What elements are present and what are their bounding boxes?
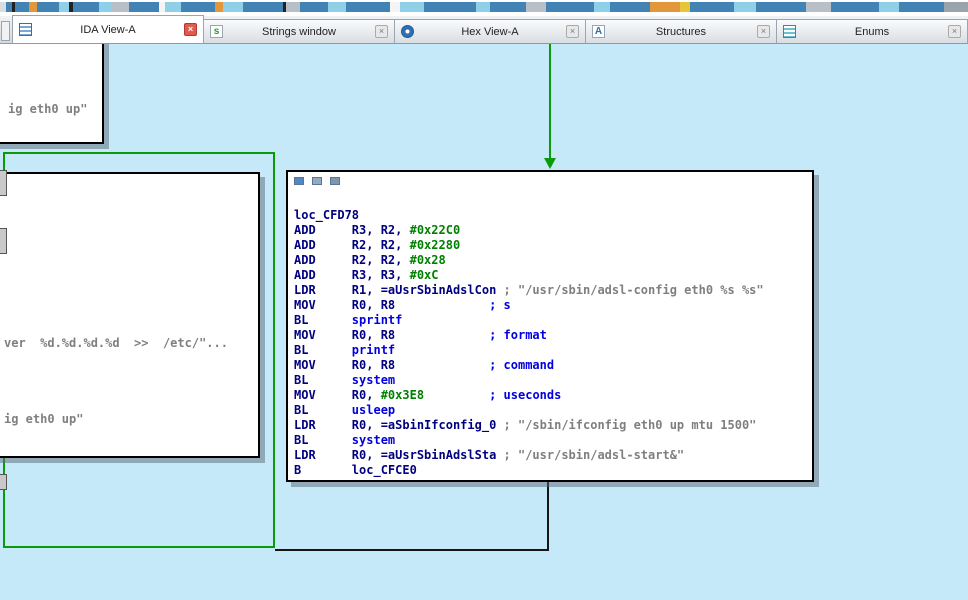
asm-line[interactable]: LDR R1, =aUsrSbinAdslCon ; "/usr/sbin/ad… <box>294 283 764 298</box>
asm-line[interactable]: ADD R2, R2, #0x2280 <box>294 238 764 253</box>
tab-strip: IDA View-A × s Strings window × Hex View… <box>12 15 968 43</box>
edge-outgoing-vertical <box>547 482 549 551</box>
navband-segment <box>99 2 111 12</box>
navband-segment <box>756 2 806 12</box>
navband-segment <box>300 2 328 12</box>
navband-segment <box>546 2 594 12</box>
navband-segment <box>165 2 181 12</box>
edge-outgoing-horizontal <box>275 549 549 551</box>
asm-line[interactable]: LDR R0, =aSbinIfconfig_0 ; "/sbin/ifconf… <box>294 418 764 433</box>
tab-label: Hex View-A <box>461 25 519 38</box>
navband-segment <box>243 2 283 12</box>
navband-segment <box>286 2 300 12</box>
tab-ida-view-a[interactable]: IDA View-A × <box>12 15 204 43</box>
navband-segment <box>37 2 59 12</box>
navband-segment <box>29 2 37 12</box>
asm-line[interactable]: B loc_CFCE0 <box>294 463 764 478</box>
asm-line[interactable]: MOV R0, R8 ; s <box>294 298 764 313</box>
partial-node-fragment <box>0 474 7 490</box>
node-header-icon[interactable] <box>294 177 304 185</box>
navband-segment <box>476 2 490 12</box>
navband-segment <box>944 2 968 12</box>
asm-listing[interactable]: loc_CFD78 ADD R3, R2, #0x22C0 ADD R2, R2, … <box>294 208 764 478</box>
close-icon[interactable]: × <box>184 23 197 36</box>
tab-bar: IDA View-A × s Strings window × Hex View… <box>0 15 968 44</box>
dock-handle <box>1 21 10 41</box>
close-icon[interactable]: × <box>757 25 770 38</box>
close-icon[interactable]: × <box>375 25 388 38</box>
navband-segment <box>111 2 129 12</box>
navband-segment <box>400 2 424 12</box>
partial-node-text: ver %d.%d.%d.%d >> /etc/"... <box>4 336 228 350</box>
graph-node-partial-left[interactable]: ver %d.%d.%d.%d >> /etc/"... ig eth0 up" <box>0 172 260 458</box>
graph-node-loc-cfd78[interactable]: loc_CFD78 ADD R3, R2, #0x22C0 ADD R2, R2, … <box>286 170 814 482</box>
close-icon[interactable]: × <box>566 25 579 38</box>
navband-segment <box>59 2 69 12</box>
asm-line[interactable]: BL usleep <box>294 403 764 418</box>
close-icon[interactable]: × <box>948 25 961 38</box>
asm-line[interactable]: BL printf <box>294 343 764 358</box>
navband-segment <box>390 2 400 12</box>
navband-segment <box>526 2 546 12</box>
tab-structures[interactable]: A Structures × <box>586 19 777 43</box>
navigator-band[interactable] <box>0 2 968 12</box>
navband-segment <box>899 2 944 12</box>
navband-segment <box>831 2 879 12</box>
tab-label: Enums <box>854 25 890 38</box>
tab-hex-view-a[interactable]: Hex View-A × <box>395 19 586 43</box>
navband-segment <box>215 2 223 12</box>
tab-label: Strings window <box>262 25 336 38</box>
node-header <box>294 177 348 185</box>
navband-segment <box>490 2 526 12</box>
enums-icon <box>783 25 796 38</box>
ida-view-icon <box>19 23 32 36</box>
navband-segment <box>346 2 390 12</box>
navband-segment <box>690 2 734 12</box>
navband-segment <box>734 2 756 12</box>
edge-arrowhead-icon <box>544 158 556 169</box>
node-header-icon[interactable] <box>330 177 340 185</box>
asm-line[interactable]: MOV R0, #0x3E8 ; useconds <box>294 388 764 403</box>
edge-incoming-green <box>549 44 551 158</box>
partial-node-text: ig eth0 up" <box>8 102 88 116</box>
hex-view-icon <box>401 25 414 38</box>
navband-segment <box>806 2 831 12</box>
strings-icon: s <box>210 25 223 38</box>
tab-enums[interactable]: Enums × <box>777 19 968 43</box>
graph-canvas[interactable]: ig eth0 up" ver %d.%d.%d.%d >> /etc/"...… <box>0 44 968 600</box>
navband-segment <box>610 2 650 12</box>
partial-node-fragment <box>0 170 7 196</box>
navband-segment <box>181 2 215 12</box>
asm-line[interactable]: ADD R2, R2, #0x28 <box>294 253 764 268</box>
asm-line[interactable]: LDR R0, =aUsrSbinAdslSta ; "/usr/sbin/ad… <box>294 448 764 463</box>
asm-line[interactable]: BL system <box>294 373 764 388</box>
navband-segment <box>223 2 243 12</box>
navband-segment <box>129 2 159 12</box>
node-header-icon[interactable] <box>312 177 322 185</box>
asm-line[interactable]: BL sprintf <box>294 313 764 328</box>
asm-line[interactable]: MOV R0, R8 ; command <box>294 358 764 373</box>
tab-strings-window[interactable]: s Strings window × <box>204 19 395 43</box>
graph-node-partial-top-left[interactable]: ig eth0 up" <box>0 44 104 144</box>
navband-segment <box>424 2 476 12</box>
navband-segment <box>328 2 346 12</box>
navband-segment <box>879 2 899 12</box>
partial-node-fragment <box>0 228 7 254</box>
navband-segment <box>680 2 690 12</box>
asm-line[interactable]: ADD R3, R2, #0x22C0 <box>294 223 764 238</box>
asm-line[interactable]: loc_CFD78 <box>294 208 764 223</box>
asm-line[interactable]: MOV R0, R8 ; format <box>294 328 764 343</box>
tab-label: Structures <box>655 25 707 38</box>
navband-segment <box>73 2 99 12</box>
partial-node-text: ig eth0 up" <box>4 412 84 426</box>
navband-segment <box>15 2 29 12</box>
asm-line[interactable]: BL system <box>294 433 764 448</box>
tab-label: IDA View-A <box>80 23 136 36</box>
structures-icon: A <box>592 25 605 38</box>
navband-segment <box>594 2 610 12</box>
navband-segment <box>650 2 680 12</box>
asm-line[interactable]: ADD R3, R3, #0xC <box>294 268 764 283</box>
